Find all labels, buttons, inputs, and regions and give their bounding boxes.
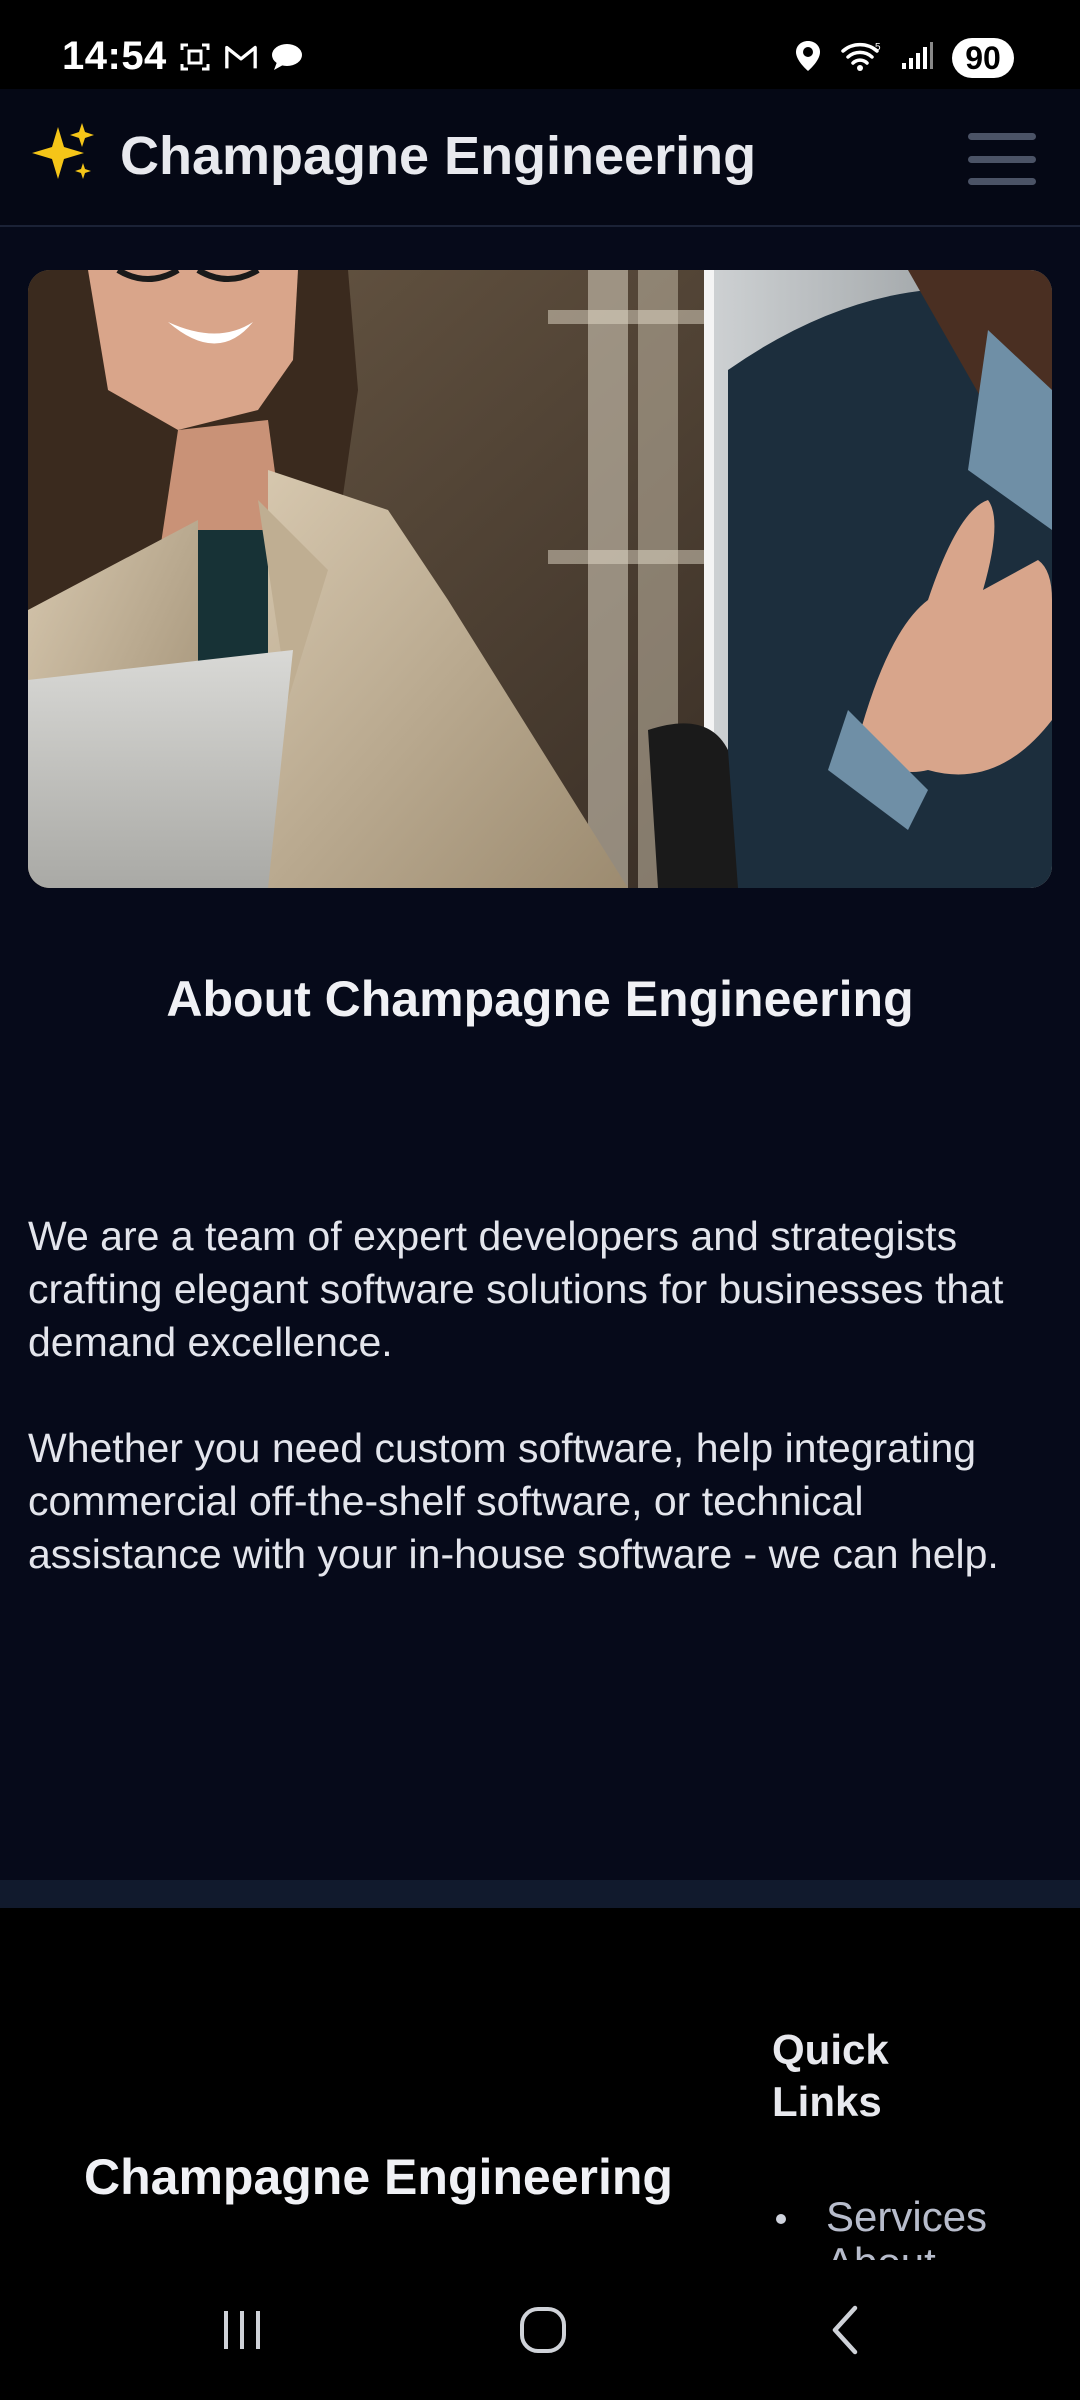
notification-icons	[178, 40, 304, 74]
back-icon[interactable]	[806, 2298, 886, 2362]
location-icon	[794, 39, 822, 78]
wifi-icon: 5	[840, 40, 882, 77]
hero-image	[28, 270, 1052, 888]
screenshot-icon	[178, 40, 212, 74]
section-divider	[0, 1880, 1080, 1908]
footer-link-about[interactable]: About	[772, 2240, 987, 2261]
battery-indicator: 90	[952, 38, 1014, 78]
signal-icon	[900, 41, 934, 76]
chat-bubble-icon	[270, 40, 304, 74]
svg-text:5: 5	[875, 42, 881, 53]
footer-brand: Champagne Engineering	[84, 2149, 673, 2205]
about-paragraph-1: We are a team of expert developers and s…	[28, 1213, 1004, 1365]
status-time: 14:54	[62, 34, 167, 78]
site-header: Champagne Engineering	[0, 89, 1080, 227]
hamburger-menu-icon[interactable]	[968, 133, 1036, 185]
quick-links-list: Services About	[772, 2194, 987, 2260]
about-title: About Champagne Engineering	[166, 971, 914, 1027]
about-paragraph-2: Whether you need custom software, help i…	[28, 1425, 999, 1577]
sparkles-icon	[28, 119, 98, 189]
gmail-icon	[224, 40, 258, 74]
home-icon[interactable]	[503, 2298, 583, 2362]
site-title[interactable]: Champagne Engineering	[120, 125, 756, 187]
status-bar: 14:54 5 90	[0, 0, 1080, 89]
site-footer: Champagne Engineering Quick Links Servic…	[0, 1908, 1080, 2260]
quick-links-title: Quick Links	[772, 2026, 889, 2125]
system-nav-bar	[0, 2260, 1080, 2400]
system-icons: 5 90	[794, 38, 1014, 78]
recent-apps-icon[interactable]	[202, 2298, 282, 2362]
footer-link-services[interactable]: Services	[772, 2194, 987, 2240]
